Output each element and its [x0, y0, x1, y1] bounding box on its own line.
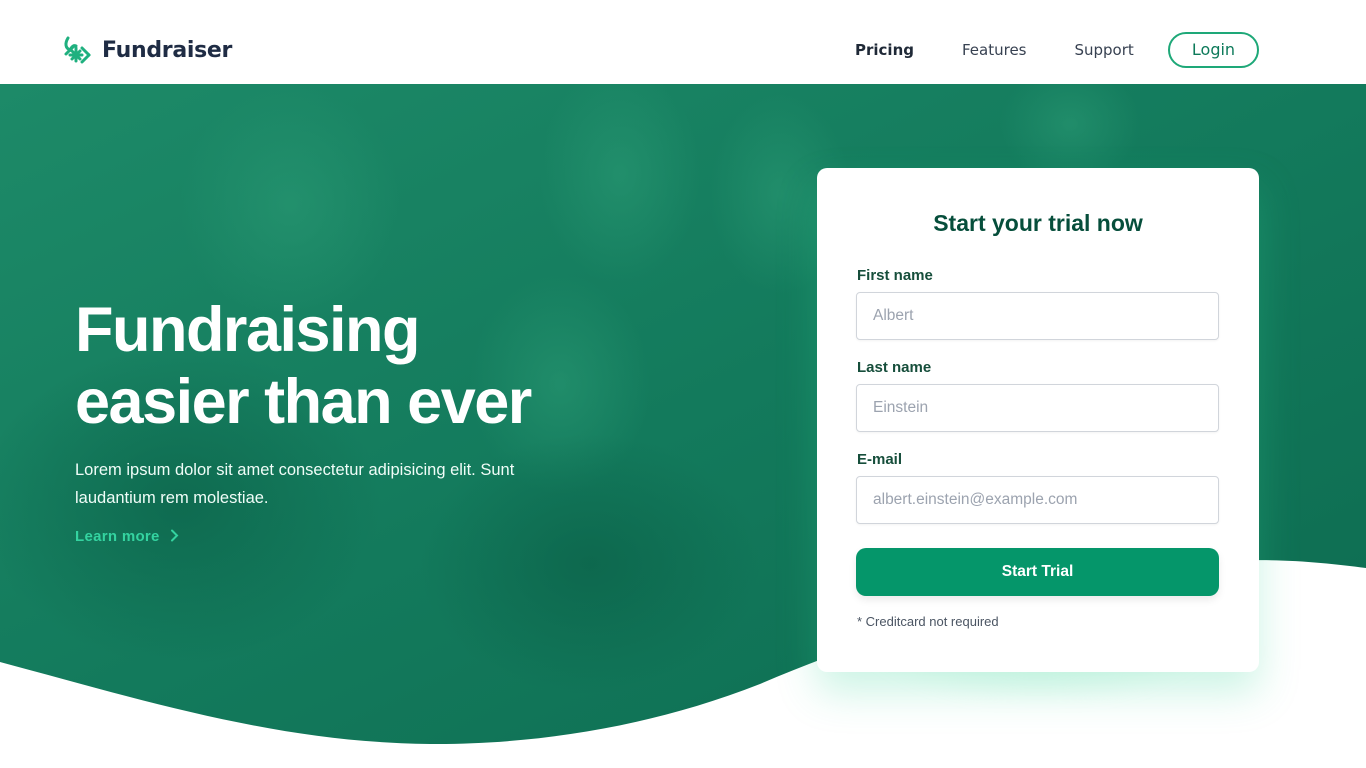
hero-title: Fundraising easier than ever	[75, 294, 532, 438]
last-name-input[interactable]	[856, 384, 1219, 432]
hero-description: Lorem ipsum dolor sit amet consectetur a…	[75, 461, 515, 507]
page: Fundraising easier than ever Lorem ipsum…	[0, 0, 1366, 768]
form-title: Start your trial now	[933, 210, 1143, 236]
trial-signup-form: Start your trial now First name Last nam…	[817, 168, 1259, 672]
nav-item-pricing[interactable]: Pricing	[855, 32, 914, 68]
main-nav: Pricing Features Support Login	[855, 32, 1259, 68]
nav-item-support[interactable]: Support	[1074, 32, 1133, 68]
nav-item-features[interactable]: Features	[962, 32, 1027, 68]
creditcard-note: * Creditcard not required	[857, 614, 999, 629]
last-name-label: Last name	[857, 359, 932, 376]
start-trial-button[interactable]: Start Trial	[856, 548, 1219, 596]
learn-more-link[interactable]: Learn more	[75, 528, 179, 545]
logo-icon	[62, 34, 92, 64]
learn-more-label: Learn more	[75, 528, 160, 545]
first-name-input[interactable]	[856, 292, 1219, 340]
header: Fundraiser Pricing Features Support Logi…	[0, 0, 1366, 84]
email-label: E-mail	[857, 451, 903, 468]
login-button[interactable]: Login	[1168, 32, 1259, 68]
email-input[interactable]	[856, 476, 1219, 524]
logo-text: Fundraiser	[102, 37, 233, 63]
hero-title-line1: Fundraising	[75, 295, 420, 365]
first-name-label: First name	[857, 267, 933, 284]
hero-title-line2: easier than ever	[75, 367, 532, 437]
chevron-right-icon	[170, 529, 179, 545]
logo[interactable]: Fundraiser	[62, 36, 232, 64]
